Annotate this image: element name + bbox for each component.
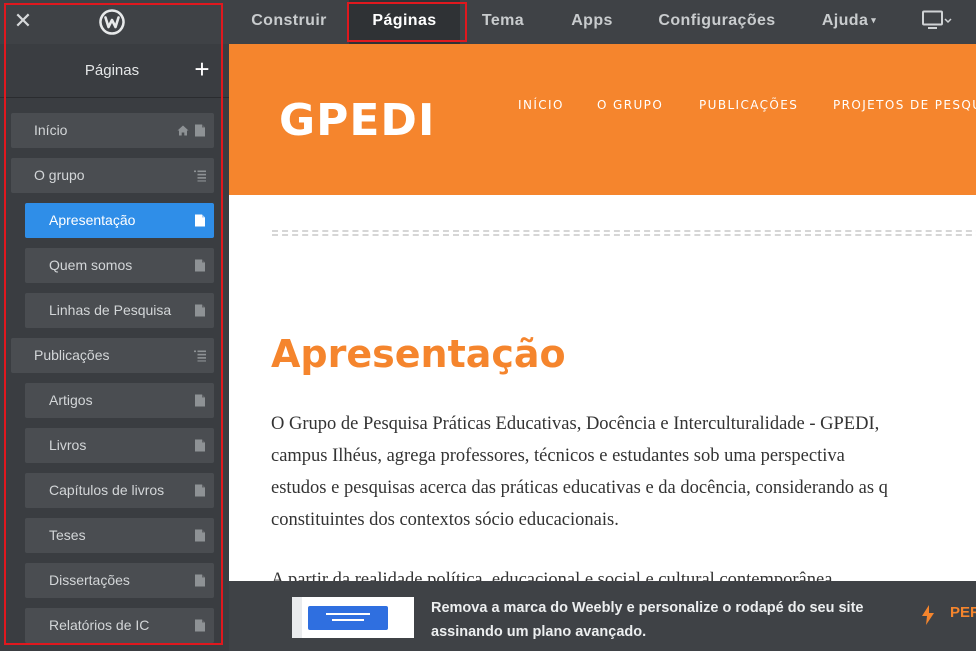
page-icon: [195, 214, 205, 227]
thumbnail-line: [326, 613, 370, 615]
monitor-icon[interactable]: [922, 10, 952, 34]
page-icon: [195, 394, 205, 407]
divider: [272, 230, 976, 236]
page-item-label: Quem somos: [49, 257, 133, 273]
paragraph-line: estudos e pesquisas acerca das práticas …: [271, 478, 888, 498]
page-item-inicio[interactable]: Início: [11, 113, 214, 148]
weebly-logo-icon: [99, 9, 125, 35]
page-item-artigos[interactable]: Artigos: [25, 383, 214, 418]
page-item-label: Linhas de Pesquisa: [49, 302, 172, 318]
site-header: GPEDI INÍCIO O GRUPO PUBLICAÇÕES PROJETO…: [229, 44, 976, 195]
page-icon: [195, 619, 205, 632]
tab-ajuda[interactable]: Ajuda ▾: [814, 0, 884, 44]
page-title[interactable]: Apresentação: [271, 332, 566, 376]
chevron-down-icon: ▾: [871, 15, 877, 25]
banner-line-2: assinando um plano avançado.: [431, 624, 647, 640]
paragraph-line: constituintes dos contextos sócio educac…: [271, 510, 619, 530]
tab-paginas[interactable]: Páginas: [349, 0, 460, 44]
sidebar-header: Páginas +: [0, 44, 229, 98]
tab-configuracoes[interactable]: Configurações: [650, 0, 784, 44]
sidebar-top: ✕: [0, 0, 229, 44]
upgrade-banner: Remova a marca do Weebly e personalize o…: [229, 581, 976, 651]
page-icon: [195, 529, 205, 542]
page-item-label: Teses: [49, 527, 86, 543]
page-item-publicacoes[interactable]: Publicações: [11, 338, 214, 373]
top-bar: ✕ Construir Páginas Tema Apps Configuraç…: [0, 0, 976, 44]
page-item-label: Início: [34, 122, 68, 138]
page-icon: [195, 574, 205, 587]
page-icon: [195, 259, 205, 272]
tab-ajuda-label: Ajuda: [821, 12, 869, 29]
folder-list-icon: [194, 350, 206, 362]
tab-tema[interactable]: Tema: [474, 0, 532, 44]
home-icon: [177, 125, 189, 136]
page-item-label: O grupo: [34, 167, 85, 183]
page-item-label: Livros: [49, 437, 87, 453]
page-item-relatorios-de-ic[interactable]: Relatórios de IC: [25, 608, 214, 643]
paragraph-line: campus Ilhéus, agrega professores, técni…: [271, 446, 845, 466]
tab-apps[interactable]: Apps: [564, 0, 620, 44]
site-nav-inicio[interactable]: INÍCIO: [518, 98, 564, 112]
banner-thumbnail: [292, 597, 414, 638]
page-item-label: Dissertações: [49, 572, 130, 588]
add-page-button[interactable]: +: [190, 56, 214, 82]
page-icon: [195, 124, 205, 137]
page-item-dissertacoes[interactable]: Dissertações: [25, 563, 214, 598]
weebly-editor: ✕ Construir Páginas Tema Apps Configuraç…: [0, 0, 976, 651]
page-item-livros[interactable]: Livros: [25, 428, 214, 463]
page-item-apresentacao[interactable]: Apresentação: [25, 203, 214, 238]
page-item-quem-somos[interactable]: Quem somos: [25, 248, 214, 283]
banner-line-1: Remova a marca do Weebly e personalize o…: [431, 600, 864, 616]
page-item-linhas-de-pesquisa[interactable]: Linhas de Pesquisa: [25, 293, 214, 328]
page-item-label: Artigos: [49, 392, 93, 408]
page-item-label: Relatórios de IC: [49, 617, 150, 633]
tab-construir[interactable]: Construir: [244, 0, 334, 44]
personalize-button[interactable]: PERSONALIZAR: [950, 604, 976, 621]
page-item-capitulos-de-livros[interactable]: Capítulos de livros: [25, 473, 214, 508]
thumbnail-button-graphic: [308, 606, 388, 630]
site-nav-publicacoes[interactable]: PUBLICAÇÕES: [699, 98, 798, 112]
paragraph-line: A partir da realidade política, educacio…: [271, 570, 838, 581]
site-nav-o-grupo[interactable]: O GRUPO: [597, 98, 663, 112]
page-item-teses[interactable]: Teses: [25, 518, 214, 553]
page-item-o-grupo[interactable]: O grupo: [11, 158, 214, 193]
page-icon: [195, 304, 205, 317]
page-item-label: Publicações: [34, 347, 110, 363]
pages-sidebar: Páginas + Início O grupo Apresentação Qu…: [0, 44, 229, 651]
banner-message: Remova a marca do Weebly e personalize o…: [431, 596, 863, 644]
folder-list-icon: [194, 170, 206, 182]
page-icon: [195, 484, 205, 497]
site-nav-projetos[interactable]: PROJETOS DE PESQUISA: [833, 98, 976, 112]
paragraph-line: O Grupo de Pesquisa Práticas Educativas,…: [271, 414, 880, 434]
site-logo[interactable]: GPEDI: [279, 95, 435, 146]
site-preview: GPEDI INÍCIO O GRUPO PUBLICAÇÕES PROJETO…: [229, 44, 976, 581]
thumbnail-line: [332, 619, 364, 621]
close-icon[interactable]: ✕: [12, 9, 34, 33]
lightning-icon: [922, 605, 934, 625]
page-item-label: Capítulos de livros: [49, 482, 165, 498]
page-icon: [195, 439, 205, 452]
page-item-label: Apresentação: [49, 212, 136, 228]
